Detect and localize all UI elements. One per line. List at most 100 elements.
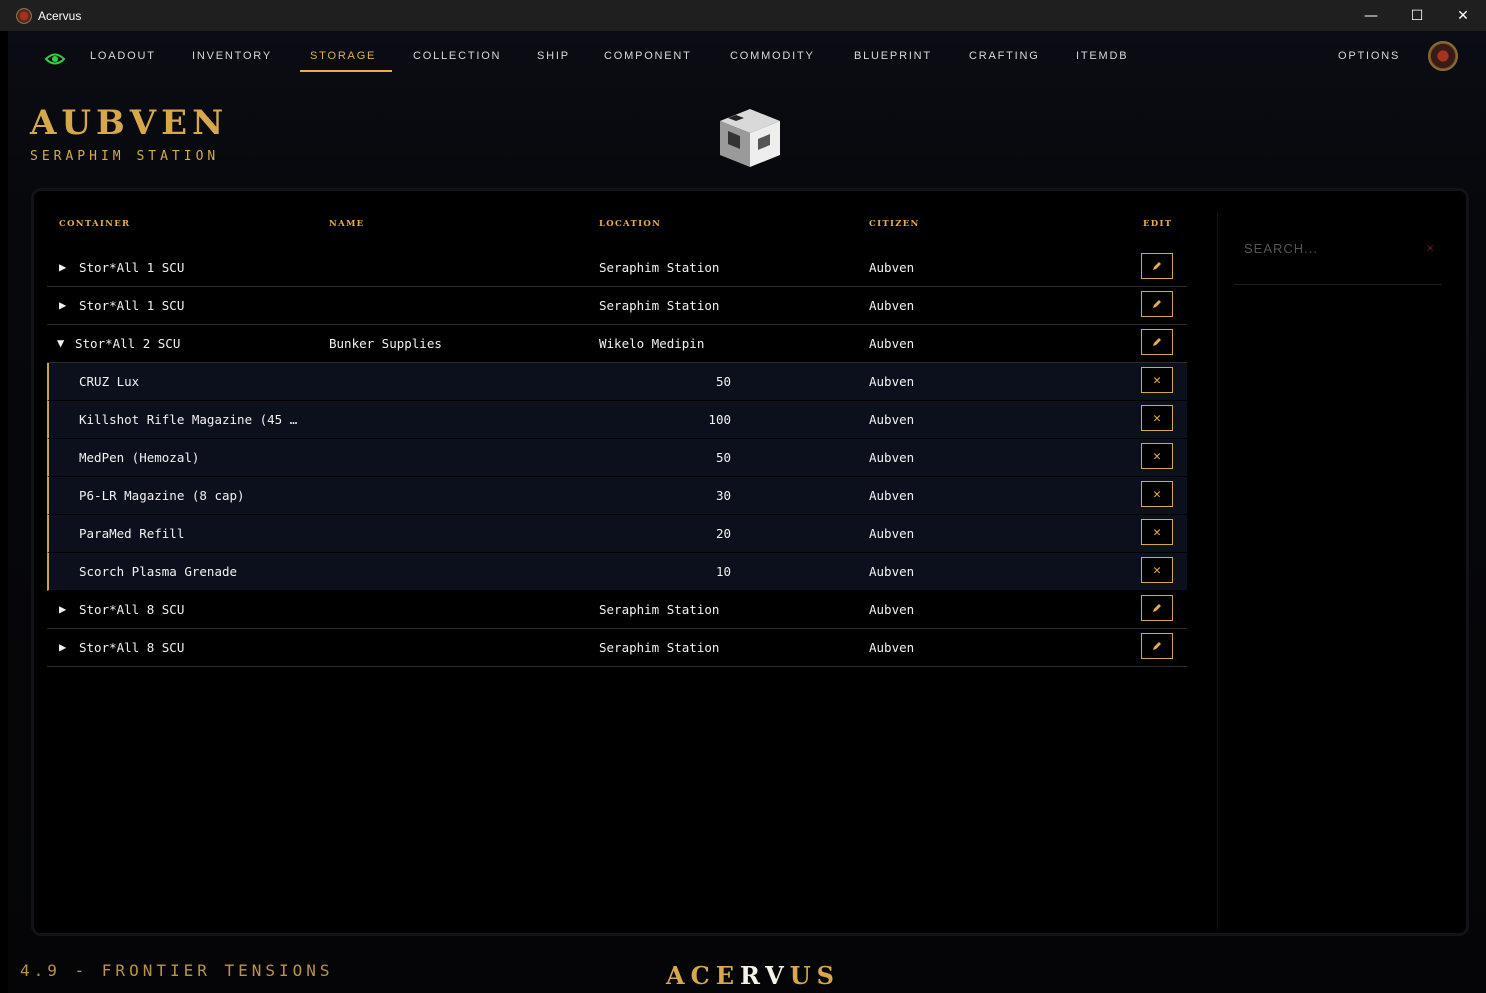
close-icon: ✕: [1153, 524, 1161, 540]
citizen-cell: Aubven: [869, 336, 915, 351]
sidebar-divider: [1217, 211, 1218, 929]
citizen-cell: Aubven: [869, 564, 915, 579]
item-row: Scorch Plasma Grenade 10 Aubven ✕: [47, 553, 1187, 591]
citizen-cell: Aubven: [869, 298, 915, 313]
edit-button[interactable]: [1141, 633, 1173, 659]
nav-inventory[interactable]: INVENTORY: [192, 50, 272, 62]
container-cell: Stor*All 8 SCU: [79, 640, 185, 655]
top-navigation: LOADOUT INVENTORY STORAGE COLLECTION SHI…: [8, 31, 1486, 91]
nav-options[interactable]: OPTIONS: [1338, 50, 1400, 62]
close-icon: ✕: [1153, 372, 1161, 388]
nav-itemdb[interactable]: ITEMDB: [1076, 50, 1128, 62]
location-cell: Seraphim Station: [599, 602, 720, 617]
window-controls: — ☐ ✕: [1348, 0, 1486, 31]
container-row[interactable]: ▶ Stor*All 8 SCU Seraphim Station Aubven: [47, 591, 1187, 629]
expand-arrow-icon[interactable]: ▶: [59, 260, 66, 274]
remove-item-button[interactable]: ✕: [1141, 481, 1173, 507]
quantity-cell: 30: [715, 488, 731, 503]
item-name-cell: Killshot Rifle Magazine (45 …: [79, 412, 298, 427]
brand-text-left: ACE: [666, 961, 741, 990]
avatar[interactable]: [1428, 41, 1458, 71]
pencil-icon: [1153, 262, 1161, 270]
brand-logo: ACERVUS: [666, 961, 840, 990]
clear-search-icon[interactable]: ×: [1426, 243, 1434, 254]
storage-panel: CONTAINER NAME LOCATION CITIZEN EDIT ▶ S…: [31, 188, 1469, 936]
nav-component[interactable]: COMPONENT: [604, 50, 692, 62]
location-cell: Seraphim Station: [599, 640, 720, 655]
nav-storage[interactable]: STORAGE: [310, 50, 376, 62]
citizen-cell: Aubven: [869, 374, 915, 389]
expand-arrow-icon[interactable]: ▶: [59, 640, 66, 654]
col-name[interactable]: NAME: [329, 219, 364, 229]
pencil-icon: [1153, 300, 1161, 308]
nav-crafting[interactable]: CRAFTING: [969, 50, 1040, 62]
nav-blueprint[interactable]: BLUEPRINT: [854, 50, 932, 62]
minimize-button[interactable]: —: [1348, 0, 1394, 31]
col-container[interactable]: CONTAINER: [59, 219, 130, 229]
container-cell: Stor*All 1 SCU: [79, 298, 185, 313]
brand-text-right: US: [789, 961, 840, 990]
col-citizen[interactable]: CITIZEN: [869, 219, 920, 229]
nav-ship[interactable]: SHIP: [537, 50, 570, 62]
edit-button[interactable]: [1141, 329, 1173, 355]
item-row: ParaMed Refill 20 Aubven ✕: [47, 515, 1187, 553]
nav-active-indicator: [300, 70, 392, 72]
quantity-cell: 100: [708, 412, 731, 427]
container-cell: Stor*All 1 SCU: [79, 260, 185, 275]
close-icon: ✕: [1153, 562, 1161, 578]
app-window: LOADOUT INVENTORY STORAGE COLLECTION SHI…: [8, 31, 1486, 993]
citizen-cell: Aubven: [869, 450, 915, 465]
search-box: ×: [1234, 231, 1442, 285]
item-name-cell: CRUZ Lux: [79, 374, 140, 389]
app-logo-icon: [16, 7, 32, 24]
item-row: CRUZ Lux 50 Aubven ✕: [47, 363, 1187, 401]
storage-table: CONTAINER NAME LOCATION CITIZEN EDIT ▶ S…: [47, 209, 1187, 667]
remove-item-button[interactable]: ✕: [1141, 443, 1173, 469]
pencil-icon: [1153, 604, 1161, 612]
remove-item-button[interactable]: ✕: [1141, 519, 1173, 545]
citizen-name: AUBVEN: [30, 103, 229, 143]
maximize-button[interactable]: ☐: [1394, 0, 1440, 31]
station-name: SERAPHIM STATION: [30, 149, 220, 164]
citizen-cell: Aubven: [869, 260, 915, 275]
citizen-cell: Aubven: [869, 640, 915, 655]
eye-icon[interactable]: [44, 48, 66, 70]
close-icon: ✕: [1153, 448, 1161, 464]
close-window-button[interactable]: ✕: [1440, 0, 1486, 31]
container-row[interactable]: ▶ Stor*All 8 SCU Seraphim Station Aubven: [47, 629, 1187, 667]
table-header: CONTAINER NAME LOCATION CITIZEN EDIT: [47, 209, 1187, 249]
edit-button[interactable]: [1141, 595, 1173, 621]
nav-loadout[interactable]: LOADOUT: [90, 50, 156, 62]
version-label: 4.9 - FRONTIER TENSIONS: [20, 961, 334, 980]
edit-button[interactable]: [1141, 253, 1173, 279]
citizen-cell: Aubven: [869, 488, 915, 503]
item-name-cell: MedPen (Hemozal): [79, 450, 200, 465]
item-name-cell: Scorch Plasma Grenade: [79, 564, 238, 579]
citizen-cell: Aubven: [869, 602, 915, 617]
remove-item-button[interactable]: ✕: [1141, 405, 1173, 431]
close-icon: ✕: [1153, 486, 1161, 502]
close-icon: ✕: [1153, 410, 1161, 426]
collapse-arrow-icon[interactable]: ▼: [57, 336, 64, 350]
item-row: Killshot Rifle Magazine (45 … 100 Aubven…: [47, 401, 1187, 439]
container-row[interactable]: ▶ Stor*All 1 SCU Seraphim Station Aubven: [47, 249, 1187, 287]
name-cell: Bunker Supplies: [329, 336, 442, 351]
container-row[interactable]: ▼ Stor*All 2 SCU Bunker Supplies Wikelo …: [47, 325, 1187, 363]
nav-collection[interactable]: COLLECTION: [413, 50, 501, 62]
col-location[interactable]: LOCATION: [599, 219, 661, 229]
item-row: P6-LR Magazine (8 cap) 30 Aubven ✕: [47, 477, 1187, 515]
remove-item-button[interactable]: ✕: [1141, 557, 1173, 583]
nav-commodity[interactable]: COMMODITY: [730, 50, 815, 62]
citizen-cell: Aubven: [869, 526, 915, 541]
expand-arrow-icon[interactable]: ▶: [59, 602, 66, 616]
container-row[interactable]: ▶ Stor*All 1 SCU Seraphim Station Aubven: [47, 287, 1187, 325]
col-edit: EDIT: [1143, 219, 1173, 229]
location-cell: Wikelo Medipin: [599, 336, 705, 351]
edit-button[interactable]: [1141, 291, 1173, 317]
remove-item-button[interactable]: ✕: [1141, 367, 1173, 393]
location-cell: Seraphim Station: [599, 298, 720, 313]
search-input[interactable]: [1244, 241, 1414, 256]
quantity-cell: 50: [715, 374, 731, 389]
brand-text-highlight: RV: [740, 961, 790, 990]
expand-arrow-icon[interactable]: ▶: [59, 298, 66, 312]
